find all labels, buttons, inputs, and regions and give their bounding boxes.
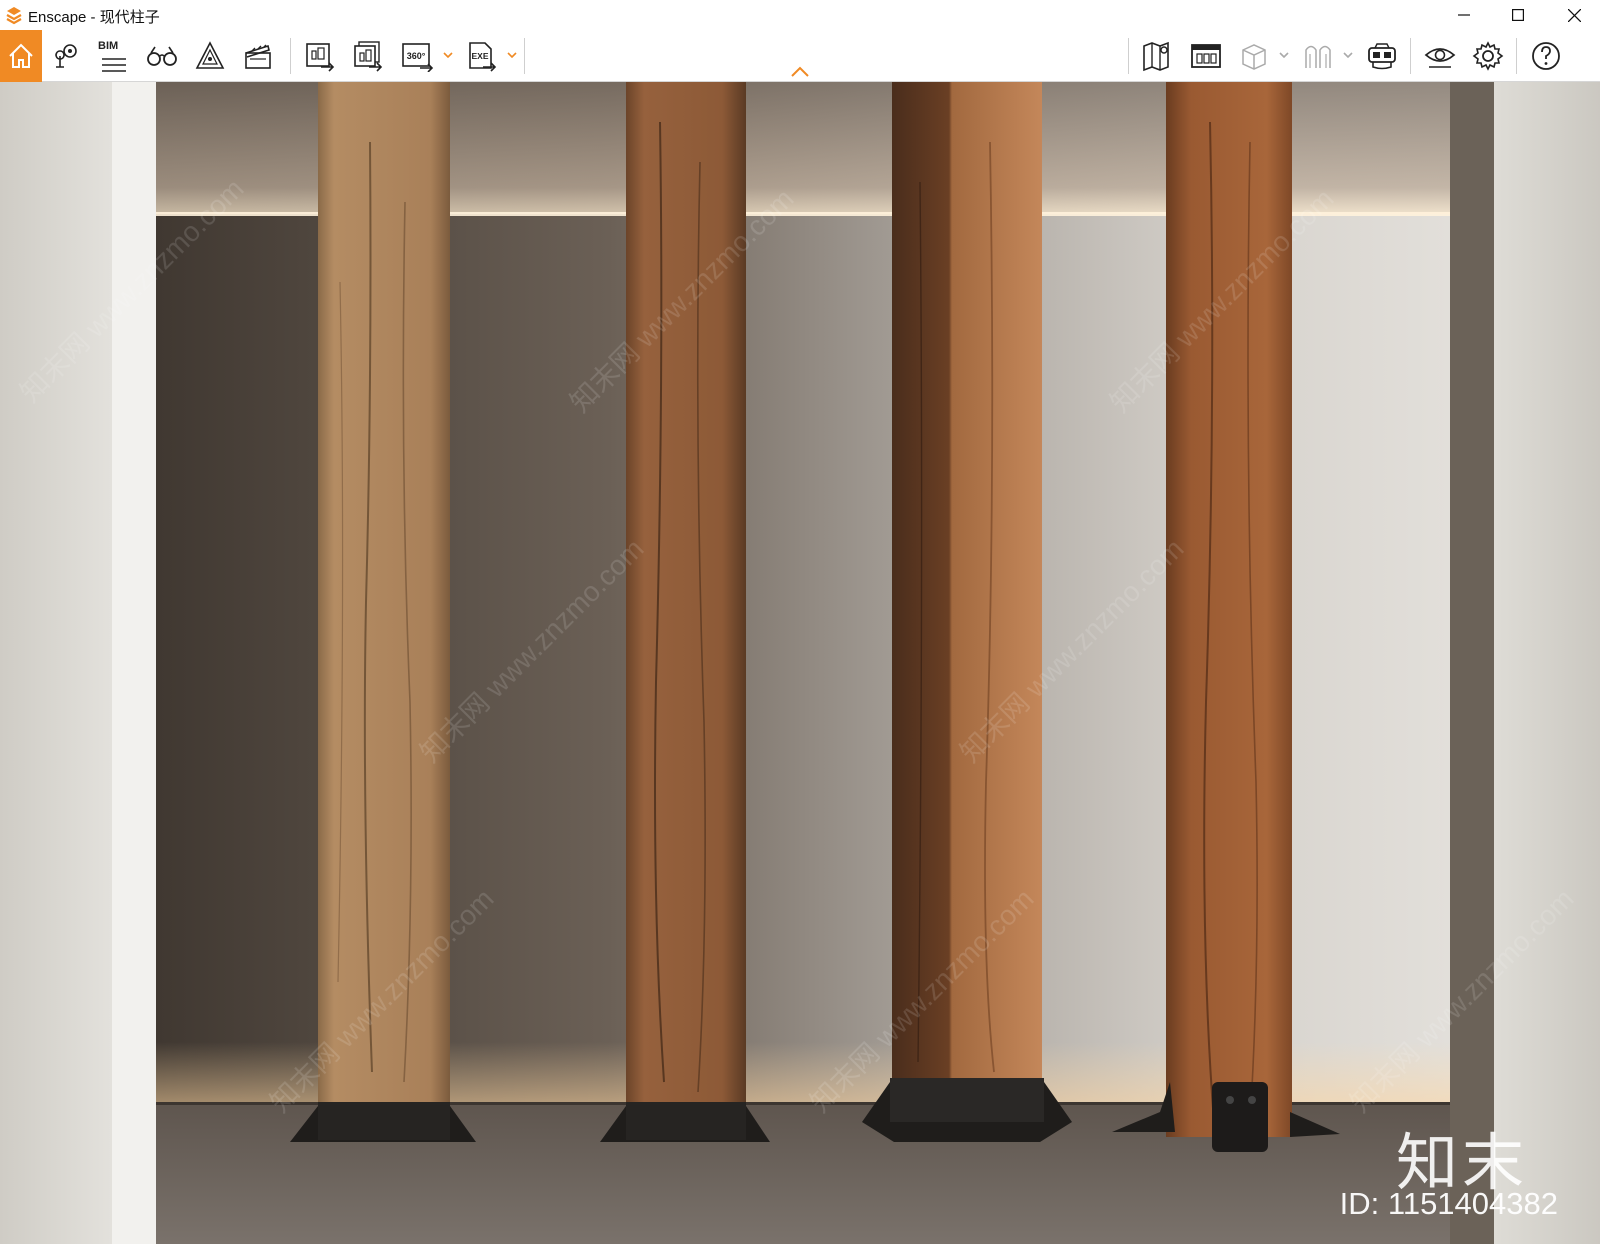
vr-headset-button[interactable] (1360, 32, 1404, 80)
minimize-button[interactable] (1438, 0, 1490, 30)
toolbar-separator (1128, 38, 1129, 74)
batch-render-button[interactable] (346, 32, 390, 80)
toolbar-separator (290, 38, 291, 74)
chevron-down-icon (1343, 52, 1353, 58)
title-bar: Enscape - 现代柱子 (0, 0, 1600, 30)
settings-gear-icon (1472, 41, 1504, 71)
bim-button[interactable]: BIM (92, 32, 136, 80)
warning-triangle-icon (195, 41, 225, 69)
cube-view-button[interactable] (1232, 32, 1276, 80)
image-id-watermark: ID: 1151404382 (1339, 1186, 1558, 1221)
maximize-icon (1512, 9, 1524, 21)
visual-settings-eye-icon (1424, 48, 1456, 68)
toolbar-separator (1410, 38, 1411, 74)
material-editor-dropdown[interactable] (1342, 48, 1354, 62)
window-title: Enscape - 现代柱子 (28, 9, 160, 26)
batch-render-icon (354, 41, 383, 72)
bim-label: BIM (98, 40, 119, 52)
asset-library-icon (1191, 44, 1221, 68)
main-toolbar: BIM 360° EXE (0, 30, 1600, 82)
cube-view-dropdown[interactable] (1278, 48, 1290, 62)
chevron-up-icon (791, 66, 809, 77)
alert-button[interactable] (188, 32, 232, 80)
render-viewport[interactable]: 知末网 www.znzmo.com 知末网 www.znzmo.com 知末网 … (0, 82, 1600, 1244)
maximize-button[interactable] (1492, 0, 1544, 30)
home-icon (9, 43, 33, 68)
render-screenshot-icon (306, 43, 335, 72)
cube-view-icon (1242, 44, 1266, 70)
vr-headset-icon (1368, 43, 1396, 70)
walk-mode-button[interactable] (140, 32, 184, 80)
map-pin-icon (55, 44, 77, 68)
video-editor-button[interactable] (236, 32, 280, 80)
material-editor-icon (1305, 45, 1331, 68)
svg-text:EXE: EXE (471, 51, 488, 61)
help-icon (1532, 42, 1560, 70)
map-button[interactable] (1136, 32, 1180, 80)
views-button[interactable] (44, 32, 88, 80)
svg-text:360°: 360° (407, 51, 426, 61)
visual-settings-button[interactable] (1418, 32, 1462, 80)
toolbar-separator (524, 38, 525, 74)
chevron-down-icon (443, 52, 453, 58)
export-dropdown[interactable] (506, 48, 518, 62)
home-button[interactable] (0, 30, 42, 82)
render-image-button[interactable] (298, 32, 342, 80)
scene-render (0, 82, 1600, 1244)
map-icon (1143, 41, 1169, 72)
close-icon (1567, 8, 1581, 22)
export-exe-button[interactable]: EXE (460, 32, 504, 80)
chevron-down-icon (1279, 52, 1289, 58)
binoculars-icon (147, 46, 177, 66)
clapperboard-icon (245, 44, 271, 69)
minimize-icon (1458, 14, 1470, 16)
material-editor-button[interactable] (1296, 32, 1340, 80)
panorama-360-icon: 360° (402, 43, 434, 72)
toolbar-separator (1516, 38, 1517, 74)
chevron-down-icon (507, 52, 517, 58)
panorama-button[interactable]: 360° (396, 32, 440, 80)
enscape-logo-icon (4, 5, 24, 25)
close-button[interactable] (1548, 0, 1600, 30)
panorama-dropdown[interactable] (442, 48, 454, 62)
help-button[interactable] (1524, 32, 1568, 80)
export-exe-icon: EXE (469, 42, 497, 72)
collapse-toolbar-button[interactable] (788, 64, 812, 80)
settings-button[interactable] (1466, 32, 1510, 80)
asset-library-button[interactable] (1184, 32, 1228, 80)
